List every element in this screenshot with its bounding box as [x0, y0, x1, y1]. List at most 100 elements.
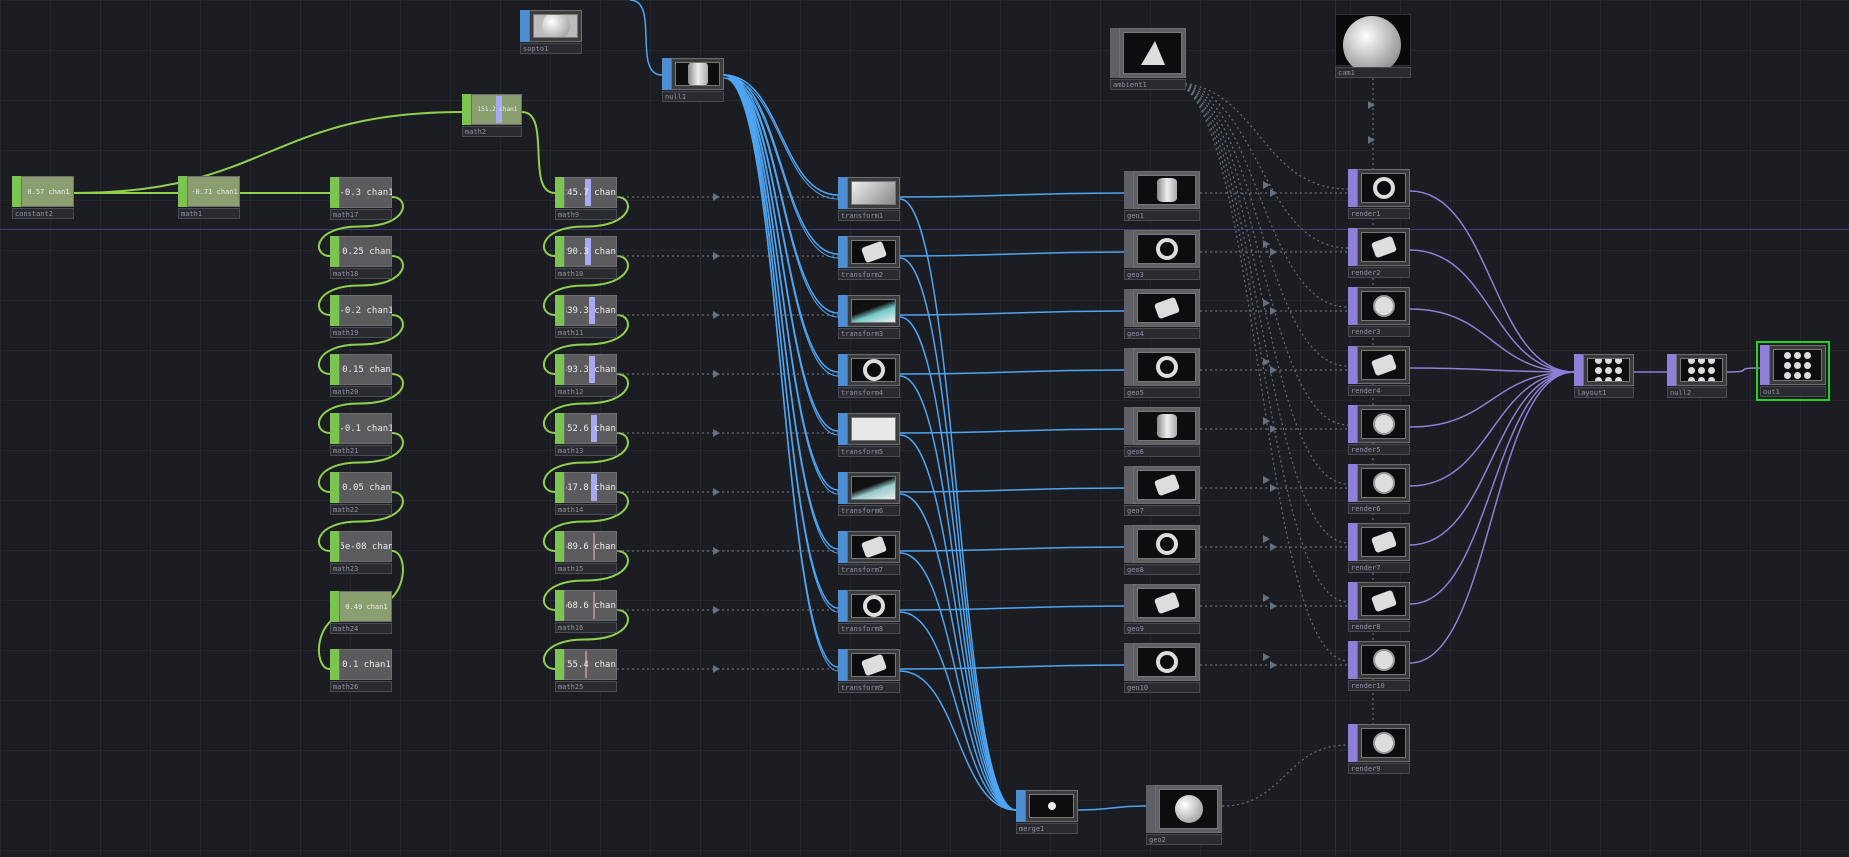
chop-node-math11[interactable]: 339.3 chan1 math11: [555, 295, 617, 338]
node-footer: geo3: [1124, 269, 1200, 280]
chop-node-math2[interactable]: 151.2 chan1 math2: [462, 94, 522, 137]
obj-node-geo7[interactable]: geo7: [1124, 466, 1200, 516]
obj-color-strip: [1146, 785, 1155, 833]
comp-node-render4[interactable]: render4: [1348, 346, 1410, 396]
obj-node-geo2[interactable]: geo2: [1146, 785, 1222, 845]
node-footer: math23: [330, 563, 392, 574]
wire: [899, 257, 1017, 811]
node-name: transform5: [841, 448, 884, 456]
node-viewer: [851, 594, 896, 618]
comp-node-render5[interactable]: render5: [1348, 405, 1410, 455]
chop-node-math9[interactable]: 245.7 chan1 math9: [555, 177, 617, 220]
node-footer: null1: [662, 91, 724, 102]
top-node-merge1[interactable]: merge1: [1016, 790, 1078, 834]
node-name: null1: [665, 93, 687, 101]
comp-node-render1[interactable]: render1: [1348, 169, 1410, 219]
chop-node-math24[interactable]: 0.49 chan1 math24: [330, 591, 392, 634]
chop-node-math21[interactable]: -0.1 chan1 math21: [330, 413, 392, 456]
top-node-transform1[interactable]: transform1: [838, 177, 900, 221]
chop-node-math18[interactable]: -0.25 chan1 math18: [330, 236, 392, 279]
chop-node-math17[interactable]: -0.3 chan1 math17: [330, 177, 392, 220]
node-footer: math15: [555, 563, 617, 574]
top-node-transform4[interactable]: transform4: [838, 354, 900, 398]
node-name: render2: [1351, 269, 1381, 277]
comp-node-render7[interactable]: render7: [1348, 523, 1410, 573]
comp-node-render3[interactable]: render3: [1348, 287, 1410, 337]
node-viewer: [533, 14, 578, 38]
wire-arrow: [1270, 366, 1277, 374]
obj-node-geo5[interactable]: geo5: [1124, 348, 1200, 398]
node-footer: render7: [1348, 562, 1410, 573]
comp-color-strip: [1348, 641, 1357, 679]
chop-node-math14[interactable]: 517.8 chan1 math14: [555, 472, 617, 515]
dot-preview-icon: [1047, 802, 1056, 810]
top-node-transform2[interactable]: transform2: [838, 236, 900, 280]
node-footer: render5: [1348, 444, 1410, 455]
ring-preview-icon: [862, 595, 885, 617]
top-color-strip: [838, 649, 847, 681]
wires-layer: [73, 0, 1761, 811]
node-value: 393.3 chan1: [566, 364, 617, 375]
chop-node-math13[interactable]: 452.6 chan1 math13: [555, 413, 617, 456]
chop-node-math22[interactable]: -0.05 chan1 math22: [330, 472, 392, 515]
comp-node-render2[interactable]: render2: [1348, 228, 1410, 278]
comp-node-render9[interactable]: render9: [1348, 724, 1410, 774]
chop-node-math16[interactable]: 668.6 chan1 math16: [555, 590, 617, 633]
top-node-transform5[interactable]: transform5: [838, 413, 900, 457]
comp-color-strip: [1667, 354, 1676, 386]
chop-node-math25[interactable]: 755.4 chan1 math25: [555, 649, 617, 692]
obj-node-geo10[interactable]: geo10: [1124, 643, 1200, 693]
obj-color-strip: [1124, 584, 1133, 622]
chop-node-math15[interactable]: 589.6 chan1 math15: [555, 531, 617, 574]
obj-node-geo1[interactable]: geo1: [1124, 171, 1200, 221]
dotted-wire: [1221, 744, 1349, 807]
obj-node-geo9[interactable]: geo9: [1124, 584, 1200, 634]
top-node-sopto1[interactable]: sopto1: [520, 10, 582, 54]
node-footer: math26: [330, 681, 392, 692]
top-node-transform9[interactable]: transform9: [838, 649, 900, 693]
top-node-null1[interactable]: null1: [662, 58, 724, 102]
node-name: transform4: [841, 389, 884, 397]
chop-node-math1[interactable]: -0.71 chan1 math1: [178, 176, 240, 219]
obj-node-geo8[interactable]: geo8: [1124, 525, 1200, 575]
top-node-transform3[interactable]: transform3: [838, 295, 900, 339]
chop-node-math12[interactable]: 393.3 chan1 math12: [555, 354, 617, 397]
obj-node-ambient1[interactable]: ambient1: [1110, 28, 1186, 90]
chop-node-constant2[interactable]: 0.57 chan1 constant2: [12, 176, 74, 219]
comp-node-render10[interactable]: render10: [1348, 641, 1410, 691]
wire: [1409, 371, 1575, 487]
chop-node-math23[interactable]: 25e-08 chan1 math23: [330, 531, 392, 574]
node-value: -0.2 chan1: [341, 305, 392, 316]
comp-node-out1[interactable]: out1: [1756, 341, 1830, 401]
chop-node-math26[interactable]: 0.1 chan1 math26: [330, 649, 392, 692]
cylinder-preview-icon: [687, 63, 708, 85]
obj-node-cam1[interactable]: cam1: [1335, 14, 1411, 78]
obj-node-geo6[interactable]: geo6: [1124, 407, 1200, 457]
chop-node-math19[interactable]: -0.2 chan1 math19: [330, 295, 392, 338]
chop-node-math20[interactable]: -0.15 chan1 math20: [330, 354, 392, 397]
comp-node-render8[interactable]: render8: [1348, 582, 1410, 632]
node-name: out1: [1763, 388, 1780, 396]
wire: [1726, 367, 1761, 373]
top-node-transform6[interactable]: transform6: [838, 472, 900, 516]
node-viewer: [1137, 175, 1196, 205]
node-network-editor[interactable]: 0.57 chan1 constant2 -0.71 chan1 math1 1…: [0, 0, 1849, 857]
comp-color-strip: [1348, 228, 1357, 266]
node-value: 0.57 chan1: [27, 187, 70, 196]
node-name: transform3: [841, 330, 884, 338]
shape-preview-icon: [860, 654, 887, 676]
chop-node-math10[interactable]: 290.3 chan1 math10: [555, 236, 617, 279]
obj-node-geo3[interactable]: geo3: [1124, 230, 1200, 280]
top-node-transform8[interactable]: transform8: [838, 590, 900, 634]
node-name: math12: [558, 388, 584, 396]
node-footer: math14: [555, 504, 617, 515]
node-name: math14: [558, 506, 584, 514]
comp-node-null2[interactable]: null2: [1667, 354, 1727, 398]
obj-node-geo4[interactable]: geo4: [1124, 289, 1200, 339]
comp-node-layout1[interactable]: layout1: [1574, 354, 1634, 398]
comp-node-render6[interactable]: render6: [1348, 464, 1410, 514]
top-color-strip: [838, 472, 847, 504]
wire-arrow: [1270, 484, 1277, 492]
top-node-transform7[interactable]: transform7: [838, 531, 900, 575]
wire-arrow: [1270, 543, 1277, 551]
